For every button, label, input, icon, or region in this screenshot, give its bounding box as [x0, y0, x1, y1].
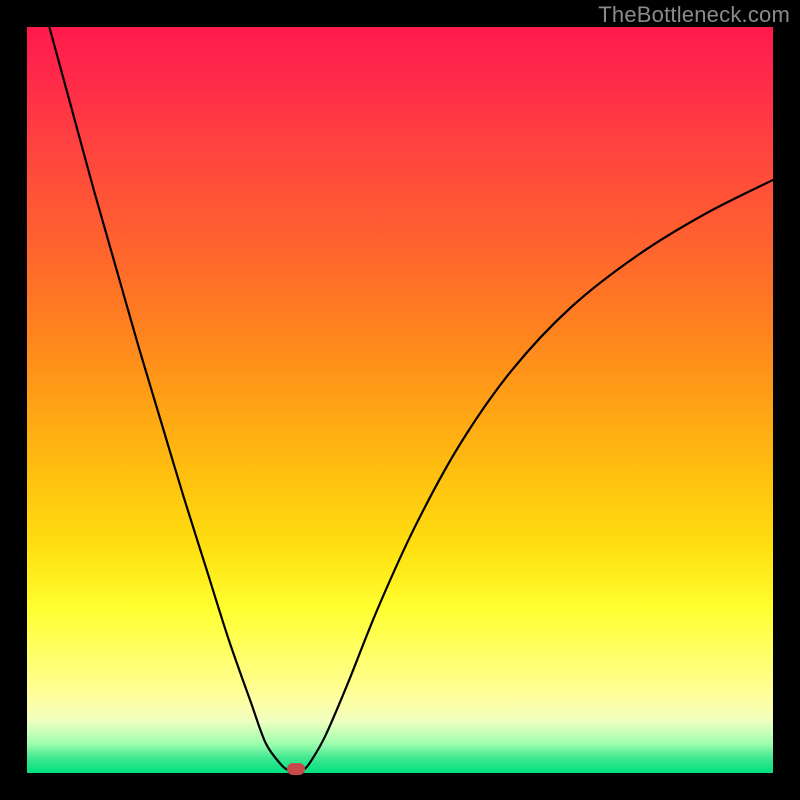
watermark-text: TheBottleneck.com [598, 2, 790, 28]
chart-plot-area [27, 27, 773, 773]
optimal-point-marker [287, 763, 305, 775]
chart-frame: TheBottleneck.com [0, 0, 800, 800]
